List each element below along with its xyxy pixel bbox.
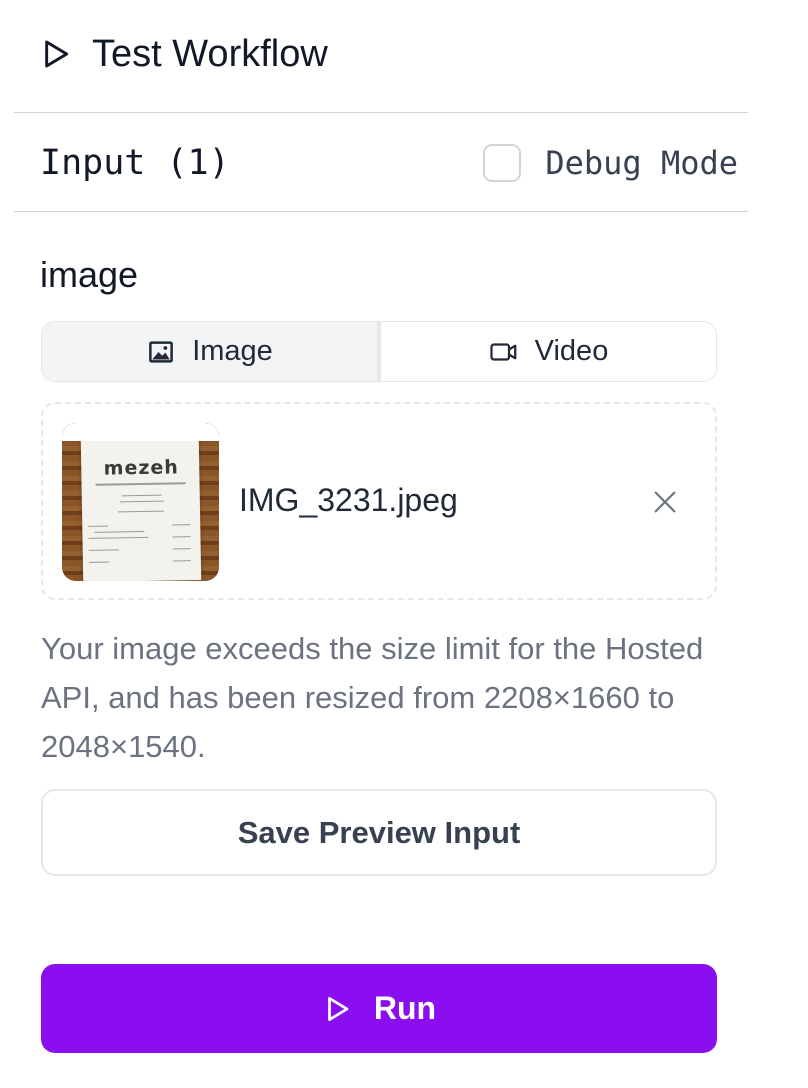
debug-mode-label: Debug Mode (545, 144, 738, 182)
tab-video-label: Video (534, 335, 609, 367)
input-count-title: Input (1) (40, 143, 230, 183)
header-title: Test Workflow (92, 32, 328, 75)
save-preview-input-button[interactable]: Save Preview Input (41, 789, 717, 876)
tab-image-label: Image (192, 335, 273, 367)
input-section-header: Input (1) Debug Mode (40, 137, 738, 189)
image-icon (149, 340, 174, 363)
debug-mode-checkbox[interactable] (483, 144, 522, 182)
run-button-label: Run (373, 990, 437, 1026)
media-type-tabs: Image Video (41, 321, 717, 382)
close-icon[interactable] (649, 486, 681, 518)
field-label: image (40, 254, 139, 295)
thumbnail-logo-text: mezeh (103, 456, 180, 480)
top-divider (14, 112, 748, 113)
file-dropzone[interactable]: mezeh IMG_3231.jpeg (41, 402, 717, 600)
play-outline-icon (45, 40, 69, 68)
file-thumbnail: mezeh (62, 423, 219, 581)
test-workflow-header[interactable]: Test Workflow (40, 30, 328, 78)
tab-image[interactable]: Image (42, 322, 381, 381)
play-icon (328, 996, 349, 1021)
video-camera-icon (490, 342, 517, 361)
resize-notice: Your image exceeds the size limit for th… (41, 631, 704, 764)
debug-mode-toggle[interactable]: Debug Mode (483, 144, 738, 182)
run-button[interactable]: Run (41, 964, 717, 1053)
section-divider (14, 211, 748, 212)
file-name: IMG_3231.jpeg (239, 482, 458, 518)
tab-video[interactable]: Video (381, 322, 716, 381)
